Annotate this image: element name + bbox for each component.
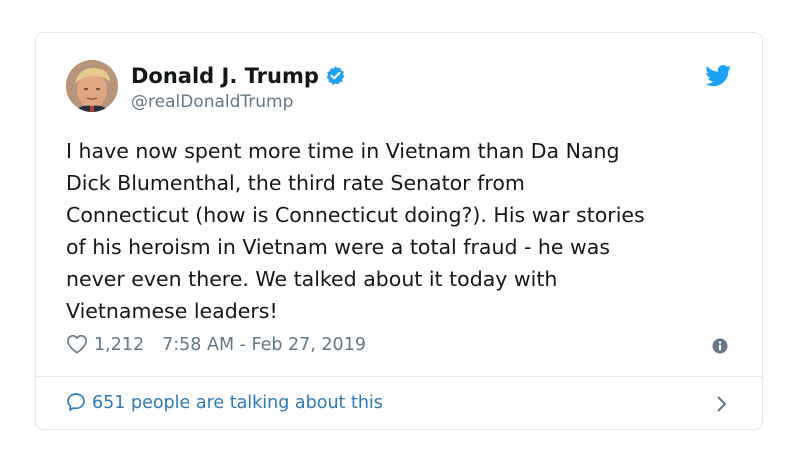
speech-bubble-icon [67,393,85,411]
divider [36,376,762,377]
heart-icon[interactable] [66,334,88,354]
conversation-label[interactable]: 651 people are talking about this [92,393,383,413]
like-count[interactable]: 1,212 [94,335,144,355]
tweet-timestamp[interactable]: 7:58 AM - Feb 27, 2019 [162,335,366,355]
author-name[interactable]: Donald J. Trump [131,63,346,89]
author-name-text[interactable]: Donald J. Trump [131,64,319,88]
info-icon[interactable] [712,338,728,354]
chevron-right-icon[interactable] [716,395,728,413]
verified-badge-icon [326,66,345,86]
tweet-text: I have now spent more time in Vietnam th… [66,139,645,323]
twitter-bird-icon[interactable] [705,65,732,87]
avatar-image [66,60,118,112]
conversation-link[interactable]: 651 people are talking about this [66,391,383,415]
tweet-meta: 1,212 7:58 AM - Feb 27, 2019 [66,333,366,357]
author-handle[interactable]: @realDonaldTrump [131,91,293,113]
tweet-card[interactable]: Donald J. Trump @realDonaldTrump I have … [35,32,763,430]
avatar[interactable] [66,60,118,112]
